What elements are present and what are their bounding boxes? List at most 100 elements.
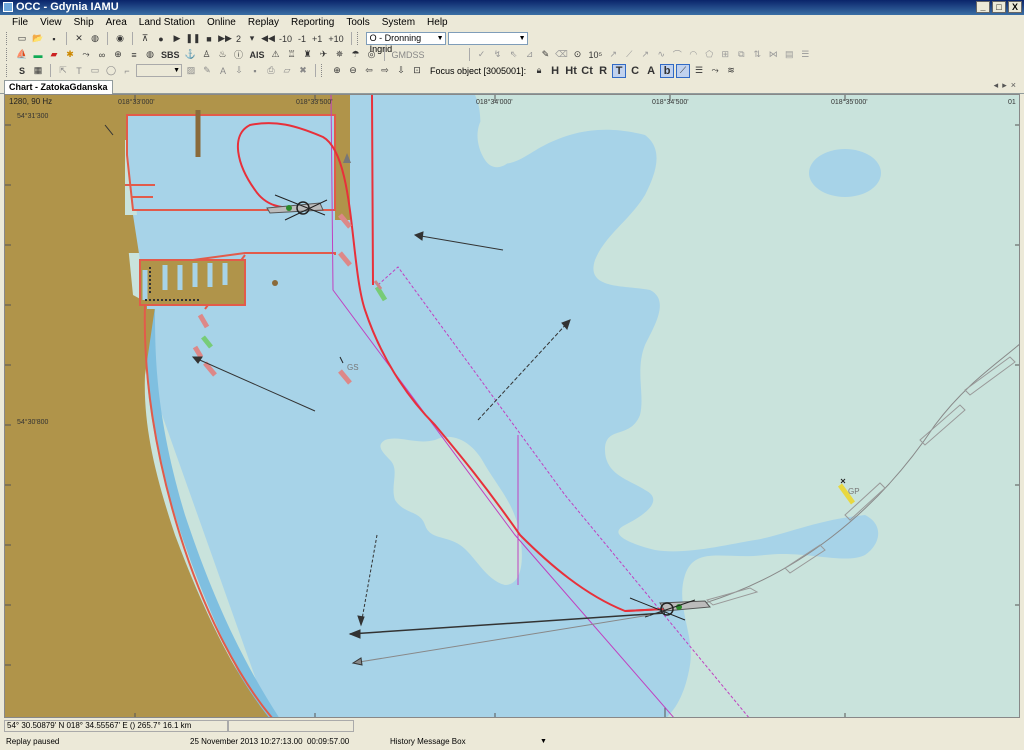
import-icon[interactable]: ⇩ bbox=[232, 64, 246, 78]
s-icon[interactable]: S bbox=[15, 64, 29, 78]
brush-icon[interactable]: ✎ bbox=[200, 64, 214, 78]
mode-ct-button[interactable]: Ct bbox=[580, 64, 594, 78]
tab-chart[interactable]: Chart - ZatokaGdanska bbox=[4, 80, 113, 94]
arc-icon[interactable]: ◠ bbox=[686, 48, 700, 62]
mode-a-button[interactable]: A bbox=[644, 64, 658, 78]
play-icon[interactable]: ▶ bbox=[170, 32, 184, 46]
list-view-icon[interactable]: ☰ bbox=[692, 64, 706, 78]
pencil-icon[interactable]: ✎ bbox=[539, 48, 553, 62]
menu-online[interactable]: Online bbox=[201, 15, 242, 30]
ship-icon[interactable]: ⛵ bbox=[15, 48, 29, 62]
speed-dropdown-icon[interactable]: ▾ bbox=[245, 32, 259, 46]
pan-right-icon[interactable]: ⇨ bbox=[378, 64, 392, 78]
pause-icon[interactable]: ❚❚ bbox=[185, 32, 200, 46]
tab-close-icon[interactable]: × bbox=[1011, 80, 1020, 90]
delete-icon[interactable]: ✖ bbox=[296, 64, 310, 78]
split-icon[interactable]: ⋈ bbox=[766, 48, 780, 62]
chart-view[interactable]: 1280, 90 Hz 018°33'000' 018°33'500' 018°… bbox=[4, 94, 1020, 718]
mode-b-button[interactable]: b bbox=[660, 63, 675, 78]
mode-ht-button[interactable]: Ht bbox=[564, 64, 578, 78]
measure-area-icon[interactable]: ⊡ bbox=[410, 64, 424, 78]
polyline-icon[interactable]: ⌐ bbox=[120, 64, 134, 78]
ten5-button[interactable]: 10⁵ bbox=[587, 48, 605, 62]
globe-icon[interactable]: ◍ bbox=[143, 48, 157, 62]
folder-icon[interactable]: ▱ bbox=[280, 64, 294, 78]
grid-settings-icon[interactable]: ▦ bbox=[31, 64, 45, 78]
arrow-ne-icon[interactable]: ↗ bbox=[606, 48, 620, 62]
globe-icon[interactable]: ◍ bbox=[88, 32, 102, 46]
info-icon[interactable]: ⓘ bbox=[232, 48, 246, 62]
cursor-icon[interactable]: ⇖ bbox=[507, 48, 521, 62]
mode-t-button[interactable]: T bbox=[612, 63, 627, 78]
man-overboard-icon[interactable]: ♙ bbox=[200, 48, 214, 62]
toolbar-grip[interactable] bbox=[356, 32, 360, 45]
eye-icon[interactable]: ◉ bbox=[113, 32, 127, 46]
lock-icon[interactable]: 🔒︎ bbox=[532, 64, 546, 78]
list-icon[interactable]: ☰ bbox=[798, 48, 812, 62]
close-button[interactable]: X bbox=[1008, 1, 1022, 13]
pointer-icon[interactable]: ⇱ bbox=[56, 64, 70, 78]
menu-file[interactable]: File bbox=[6, 15, 34, 30]
radar-icon[interactable]: ⊕ bbox=[111, 48, 125, 62]
menu-area[interactable]: Area bbox=[100, 15, 133, 30]
tab-scroll-left-icon[interactable]: ◂ bbox=[994, 80, 1003, 90]
group-icon[interactable]: ⧉ bbox=[734, 48, 748, 62]
flag-icon[interactable]: ▰ bbox=[47, 48, 61, 62]
route-check-icon[interactable]: ↯ bbox=[491, 48, 505, 62]
route-icon[interactable]: ⤳ bbox=[79, 48, 93, 62]
wind-icon[interactable]: ≋ bbox=[724, 64, 738, 78]
sbs-button[interactable]: SBS bbox=[159, 48, 182, 62]
erase-icon[interactable]: ⌫ bbox=[555, 48, 569, 62]
menu-tools[interactable]: Tools bbox=[340, 15, 375, 30]
menu-land-station[interactable]: Land Station bbox=[133, 15, 201, 30]
step-plus10-button[interactable]: +10 bbox=[326, 32, 345, 46]
zoom-in-icon[interactable]: ⊕ bbox=[330, 64, 344, 78]
mode-c-button[interactable]: C bbox=[628, 64, 642, 78]
mode-h-button[interactable]: H bbox=[548, 64, 562, 78]
check-icon[interactable]: ✓ bbox=[475, 48, 489, 62]
layer-select[interactable]: ▼ bbox=[136, 64, 182, 77]
text-tool-icon[interactable]: T bbox=[72, 64, 86, 78]
weather-icon[interactable]: ☂ bbox=[349, 48, 363, 62]
ship-filter-select[interactable]: ▼ bbox=[447, 32, 528, 45]
menu-view[interactable]: View bbox=[34, 15, 68, 30]
minimize-button[interactable]: _ bbox=[976, 1, 990, 13]
maximize-button[interactable]: □ bbox=[992, 1, 1006, 13]
alarm-icon[interactable]: ⚠ bbox=[269, 48, 283, 62]
step-plus1-button[interactable]: +1 bbox=[310, 32, 324, 46]
go-start-icon[interactable]: ⊼ bbox=[138, 32, 152, 46]
stop-icon[interactable]: ■ bbox=[202, 32, 216, 46]
new-icon[interactable]: ▭ bbox=[15, 32, 29, 46]
font-icon[interactable]: A bbox=[216, 64, 230, 78]
curve-icon[interactable]: ⌒ bbox=[670, 48, 684, 62]
gmdss-button[interactable]: GMDSS bbox=[390, 48, 427, 62]
record-icon[interactable]: ● bbox=[154, 32, 168, 46]
menu-help[interactable]: Help bbox=[421, 15, 454, 30]
message-box-select[interactable]: History Message Box bbox=[390, 735, 466, 749]
menu-replay[interactable]: Replay bbox=[242, 15, 285, 30]
satellite-icon[interactable]: ✵ bbox=[333, 48, 347, 62]
tab-scroll-right-icon[interactable]: ▸ bbox=[1002, 80, 1011, 90]
nautical-chart[interactable] bbox=[5, 95, 1020, 718]
pan-down-icon[interactable]: ⇩ bbox=[394, 64, 408, 78]
buoy-icon[interactable]: ✱ bbox=[63, 48, 77, 62]
arrow-icon[interactable]: ↗ bbox=[638, 48, 652, 62]
tools-icon[interactable]: ✕ bbox=[72, 32, 86, 46]
toolbar-grip[interactable] bbox=[6, 32, 9, 45]
line-icon[interactable]: ⟋ bbox=[622, 48, 636, 62]
grid-icon[interactable]: ⊞ bbox=[718, 48, 732, 62]
mode-r-button[interactable]: R bbox=[596, 64, 610, 78]
measure-icon[interactable]: ⊿ bbox=[523, 48, 537, 62]
rewind-icon[interactable]: ◀◀ bbox=[261, 32, 275, 46]
wave-icon[interactable]: ∿ bbox=[654, 48, 668, 62]
binoculars-icon[interactable]: ∞ bbox=[95, 48, 109, 62]
open-folder-icon[interactable]: 📂 bbox=[31, 32, 45, 46]
layers-icon[interactable]: ≡ bbox=[127, 48, 141, 62]
anchor-icon[interactable]: ⚓ bbox=[184, 48, 198, 62]
toolbar-grip[interactable] bbox=[6, 48, 9, 61]
fire-icon[interactable]: ♨ bbox=[216, 48, 230, 62]
zoom-out-icon[interactable]: ⊖ bbox=[346, 64, 360, 78]
ellipse-icon[interactable]: ◯ bbox=[104, 64, 118, 78]
tower-icon[interactable]: ♜ bbox=[301, 48, 315, 62]
toolbar-grip[interactable] bbox=[6, 64, 9, 77]
